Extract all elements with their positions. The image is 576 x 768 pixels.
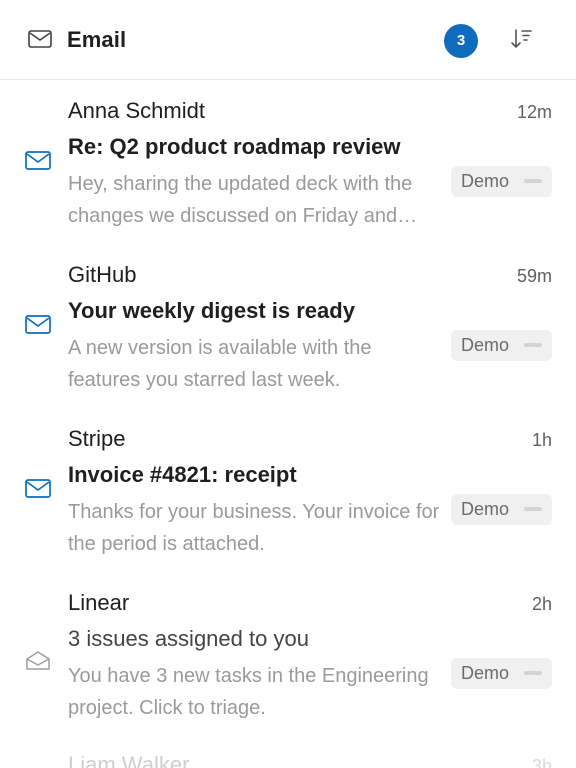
tag-label: Demo [461,335,510,355]
email-time: 1h [531,430,552,450]
email-time: 12m [516,102,552,122]
read-envelope-icon [26,651,50,670]
email-list: Anna Schmidt 12m Re: Q2 product roadmap … [0,80,576,736]
email-subject: Re: Q2 product roadmap review [68,134,401,159]
email-preview: Thanks for your business. Your invoice f… [68,501,440,555]
email-sender: GitHub [68,262,137,287]
email-preview: A new version is available with the feat… [68,337,372,391]
category-tag[interactable]: Demo [451,658,552,689]
mail-icon [28,30,52,48]
list-item[interactable]: Linear 2h 3 issues assigned to you You h… [0,572,576,736]
tag-label: Demo [461,171,510,191]
email-header: Email 3 [0,0,576,80]
sort-button[interactable] [506,24,536,54]
tag-dash [524,671,542,675]
email-sender: Stripe [68,426,126,451]
page-title: Email [67,27,127,52]
email-sender: Anna Schmidt [68,98,205,123]
email-sender: Linear [68,590,130,615]
category-tag[interactable]: Demo [451,166,552,197]
list-item[interactable]: Stripe 1h Invoice #4821: receipt Thanks … [0,408,576,572]
tag-dash [524,179,542,183]
email-preview: You have 3 new tasks in the Engineering … [68,665,429,719]
email-subject: 3 issues assigned to you [68,626,309,651]
sort-icon [511,29,532,48]
email-time: 3h [531,756,552,768]
unread-envelope-icon [25,151,51,170]
email-subject: Your weekly digest is ready [68,298,355,323]
tag-dash [524,343,542,347]
tag-label: Demo [461,663,510,683]
list-item[interactable]: GitHub 59m Your weekly digest is ready A… [0,244,576,408]
email-sender: Liam Walker [68,752,190,768]
email-panel: Email 3 Anna Schmidt 12m Re: Q2 product … [0,0,576,768]
category-tag[interactable]: Demo [451,330,552,361]
list-item[interactable]: Anna Schmidt 12m Re: Q2 product roadmap … [0,80,576,244]
email-time: 59m [516,266,552,286]
unread-envelope-icon [25,479,51,498]
unread-envelope-icon [25,315,51,334]
tag-dash [524,507,542,511]
category-tag[interactable]: Demo [451,494,552,525]
tag-label: Demo [461,499,510,519]
list-item-partial[interactable]: Liam Walker 3h [68,752,552,768]
email-preview: Hey, sharing the updated deck with the c… [68,173,413,227]
email-time: 2h [531,594,552,614]
unread-count-badge: 3 [444,24,478,58]
email-subject: Invoice #4821: receipt [68,462,297,487]
